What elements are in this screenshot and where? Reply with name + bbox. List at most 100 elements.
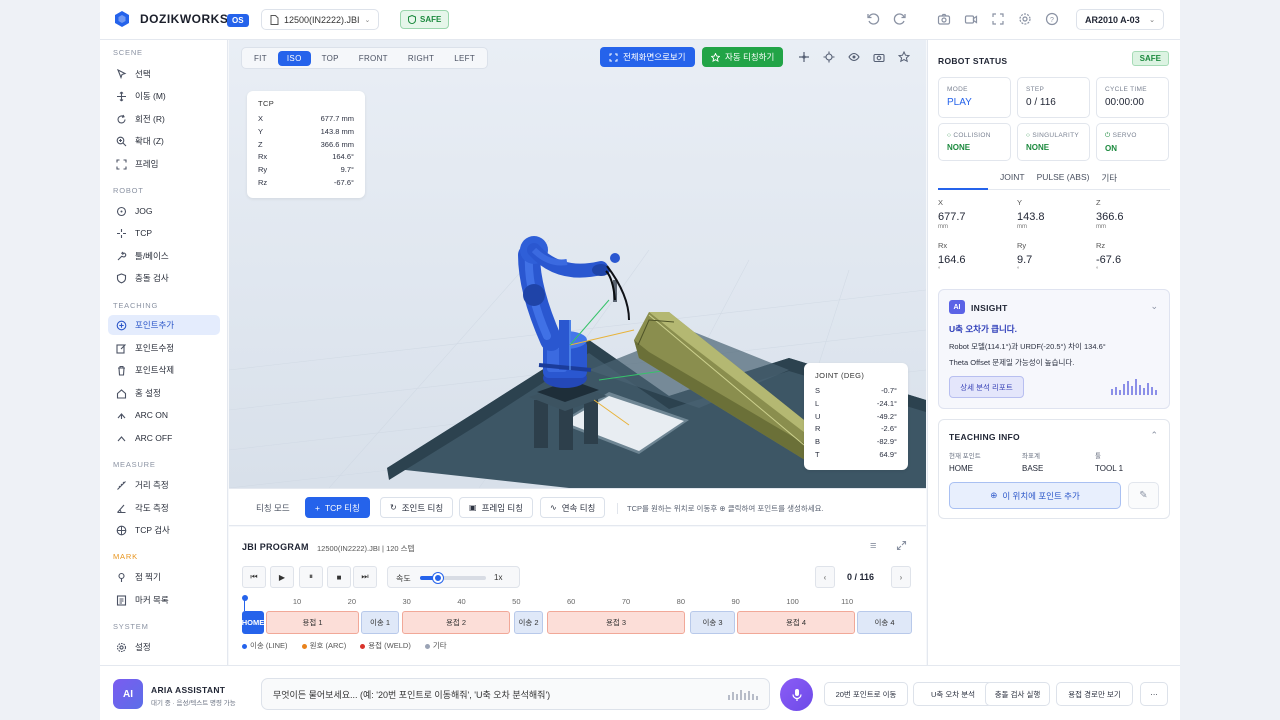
stop-button[interactable]: ■ [327, 566, 351, 588]
skip-back-button[interactable]: ⏮ [242, 566, 266, 588]
skip-forward-button[interactable]: ⏭ [353, 566, 377, 588]
timeline-segment[interactable]: 이송 3 [690, 611, 735, 634]
sidebar-item-tcp[interactable]: TCP [108, 223, 220, 243]
camera-icon[interactable] [936, 11, 952, 27]
expand-icon[interactable] [896, 540, 907, 554]
sidebar-item-frame[interactable]: 프레임 [108, 154, 220, 174]
sidebar-item-rotate[interactable]: 회전 (R) [108, 109, 220, 129]
joint-teach-button[interactable]: ↻ 조인트 티칭 [380, 497, 454, 518]
redo-icon[interactable] [892, 11, 908, 27]
step-value: 0 / 116 [1026, 97, 1056, 108]
menu-icon[interactable]: ≡ [870, 540, 876, 552]
sidebar-item-delete-point[interactable]: 포인트삭제 [108, 360, 220, 380]
view-left-button[interactable]: LEFT [445, 51, 484, 66]
detailed-report-button[interactable]: 상세 분석 리포트 [949, 376, 1024, 398]
speed-slider-thumb[interactable] [433, 573, 444, 583]
sidebar-item-place-point[interactable]: 점 찍기 [108, 567, 220, 587]
expand-icon [609, 53, 618, 61]
prev-step-button[interactable]: ‹ [815, 566, 835, 588]
timeline-segment[interactable]: 이송 4 [857, 611, 912, 634]
help-icon[interactable]: ? [1044, 11, 1060, 27]
sidebar-item-move[interactable]: 이동 (M) [108, 86, 220, 106]
sidebar-item-home-setting[interactable]: 홈 설정 [108, 383, 220, 403]
servo-value: ON [1105, 144, 1117, 153]
fullscreen-icon[interactable] [990, 11, 1006, 27]
sidebar-item-tool-base[interactable]: 툴/베이스 [108, 246, 220, 266]
sidebar-item-marker-list[interactable]: 마커 목록 [108, 590, 220, 610]
move-icon [116, 91, 127, 102]
chevron-left-icon: ‹ [823, 572, 827, 582]
next-step-button[interactable]: › [891, 566, 911, 588]
video-icon[interactable] [963, 11, 979, 27]
more-actions-button[interactable]: ⋯ [1140, 682, 1168, 706]
continuous-teach-button[interactable]: ∿ 연속 티칭 [540, 497, 606, 518]
current-point-value: HOME [949, 464, 973, 473]
screenshot-icon[interactable] [872, 50, 886, 64]
assistant-chat-input[interactable]: 무엇이든 물어보세요... (예: '20번 포인트로 이동해줘', 'U축 오… [261, 678, 770, 710]
sidebar-item-select[interactable]: 선택 [108, 64, 220, 84]
quick-action-weld-path-only[interactable]: 용접 경로만 보기 [1056, 682, 1133, 706]
tab-pulse-abs[interactable]: PULSE (ABS) [1037, 170, 1090, 189]
timeline-segment[interactable]: 이송 2 [514, 611, 543, 634]
play-button[interactable]: ▶ [270, 566, 294, 588]
timeline-segment[interactable]: 용접 3 [547, 611, 685, 634]
sidebar-item-tcp-check[interactable]: TCP 검사 [108, 520, 220, 540]
3d-viewport[interactable]: FIT ISO TOP FRONT RIGHT LEFT 전체화면으로보기 자동 티칭하기… [229, 40, 926, 488]
timeline-segment[interactable]: 용접 1 [266, 611, 359, 634]
timeline-segment[interactable]: 이송 1 [361, 611, 399, 634]
view-front-button[interactable]: FRONT [350, 51, 397, 66]
sidebar-item-label: 포인트삭제 [135, 365, 175, 375]
ruler-tick: 60 [567, 597, 576, 606]
timeline-playhead[interactable] [242, 595, 248, 601]
file-selector[interactable]: 12500(IN2222).JBI ⌄ [261, 9, 380, 30]
timeline-segment[interactable]: 용접 2 [402, 611, 510, 634]
crosshair-icon [116, 206, 127, 217]
favorite-star-icon[interactable] [897, 50, 911, 64]
sidebar-item-distance[interactable]: 거리 측정 [108, 475, 220, 495]
sidebar-item-jog[interactable]: JOG [108, 201, 220, 221]
robot-model-select[interactable]: AR2010 A-03 ⌄ [1076, 9, 1164, 30]
speed-value: 1x [494, 573, 503, 582]
microphone-button[interactable] [780, 678, 813, 711]
timeline-segment[interactable]: HOME [242, 611, 264, 634]
axis-icon[interactable] [797, 50, 811, 64]
tcp-axis-label: Ry [258, 165, 268, 175]
view-top-button[interactable]: TOP [313, 51, 348, 66]
sidebar-item-settings[interactable]: 설정 [108, 637, 220, 657]
undo-icon[interactable] [865, 11, 881, 27]
view-iso-button[interactable]: ISO [277, 50, 311, 66]
sidebar-item-add-point[interactable]: 포인트추가 [108, 315, 220, 335]
add-point-here-button[interactable]: ⊕ 이 위치에 포인트 추가 [949, 482, 1121, 509]
quick-action-u-axis-analysis[interactable]: U축 오차 분석 [913, 682, 993, 706]
view-fit-button[interactable]: FIT [245, 51, 276, 66]
frame-teach-button[interactable]: ▣ 프레임 티칭 [459, 497, 534, 518]
sidebar-item-zoom[interactable]: 확대 (Z) [108, 131, 220, 151]
tab-etc[interactable]: 기타 [1101, 170, 1117, 189]
auto-teach-button[interactable]: 자동 티칭하기 [702, 47, 784, 67]
sidebar-item-collision-check[interactable]: 충돌 검사 [108, 268, 220, 288]
crosshair-icon[interactable] [822, 50, 836, 64]
stop-icon: ■ [336, 572, 342, 582]
sidebar-item-arc-off[interactable]: ARC OFF [108, 428, 220, 448]
sidebar-item-arc-on[interactable]: ARC ON [108, 405, 220, 425]
coordinate-unit: ° [1017, 267, 1020, 273]
chevron-up-icon[interactable]: ⌃ [1150, 430, 1158, 441]
quick-action-collision-check[interactable]: 충돌 검사 실행 [985, 682, 1050, 706]
tab-joint[interactable]: JOINT [1000, 170, 1025, 189]
joint-axis-value: -49.2° [876, 411, 897, 421]
tab-active-tcp[interactable] [938, 170, 988, 190]
chevron-down-icon[interactable]: ⌄ [1150, 301, 1158, 312]
settings-gear-icon[interactable] [1017, 11, 1033, 27]
fullscreen-view-button[interactable]: 전체화면으로보기 [600, 47, 695, 67]
sidebar-item-edit-point[interactable]: 포인트수정 [108, 338, 220, 358]
edit-point-button[interactable]: ✎ [1128, 482, 1159, 509]
quick-action-move-20[interactable]: 20번 포인트로 이동 [824, 682, 908, 706]
tcp-teach-button[interactable]: + TCP 티칭 [305, 497, 370, 518]
view-right-button[interactable]: RIGHT [399, 51, 443, 66]
pause-button[interactable]: ⏸ [299, 566, 323, 588]
eye-icon[interactable] [847, 50, 861, 64]
speed-slider-track[interactable] [420, 573, 486, 583]
timeline-segment[interactable]: 용접 4 [737, 611, 855, 634]
file-icon [270, 14, 279, 25]
sidebar-item-angle[interactable]: 각도 측정 [108, 498, 220, 518]
